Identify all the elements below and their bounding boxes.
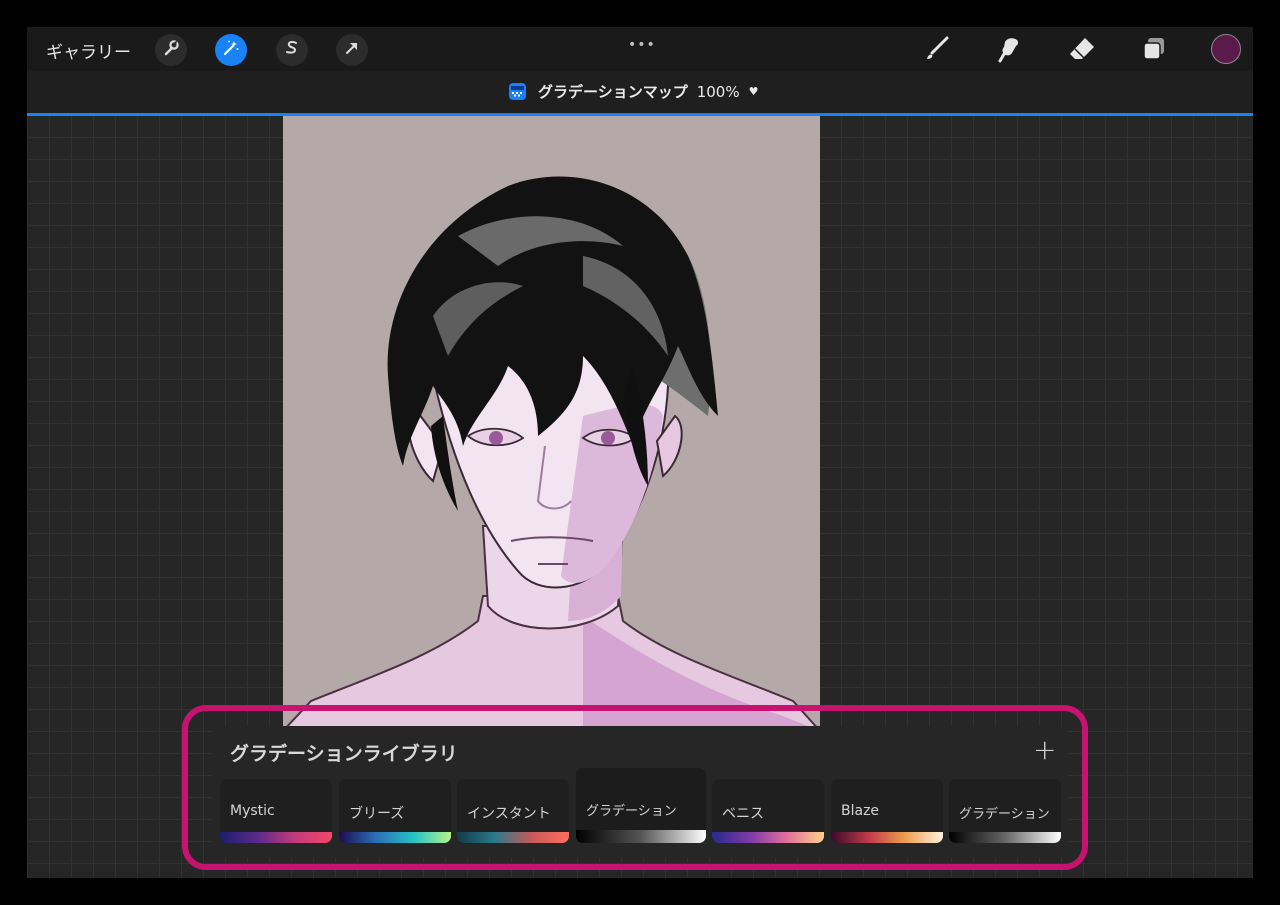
adjustments-button[interactable] — [215, 34, 247, 66]
adjustment-layer-selector[interactable]: グラデーションマップ 100% ♥ — [509, 81, 758, 102]
smudge-icon — [995, 34, 1025, 68]
eraser-tool-button[interactable] — [1065, 34, 1099, 68]
arrow-cursor-icon — [343, 39, 361, 61]
color-picker-button[interactable] — [1211, 34, 1241, 64]
selection-s-icon — [283, 39, 301, 61]
wrench-icon — [162, 39, 180, 61]
brush-icon — [921, 34, 951, 68]
more-options-button[interactable]: ••• — [628, 37, 656, 53]
eraser-icon — [1067, 34, 1097, 68]
adjustment-opacity: 100% — [696, 82, 740, 101]
procreate-screen: ギャラリー ••• グラデーションマップ 100% ♥ グラデーションライブラリ… — [27, 27, 1253, 878]
brush-tool-button[interactable] — [919, 34, 953, 68]
gallery-button[interactable]: ギャラリー — [46, 38, 131, 63]
top-toolbar: ギャラリー ••• — [27, 27, 1253, 71]
selection-button[interactable] — [276, 34, 308, 66]
adjustment-name: グラデーションマップ — [538, 83, 688, 101]
portrait-artwork — [283, 176, 820, 731]
layers-icon — [1139, 34, 1169, 68]
adjustment-bar: グラデーションマップ 100% ♥ — [27, 71, 1253, 116]
actions-button[interactable] — [155, 34, 187, 66]
smudge-tool-button[interactable] — [993, 34, 1027, 68]
magic-wand-icon — [222, 39, 240, 61]
highlight-frame — [182, 705, 1088, 870]
gradient-map-icon — [509, 83, 526, 100]
layers-button[interactable] — [1137, 34, 1171, 68]
artwork-canvas[interactable] — [283, 116, 820, 731]
transform-button[interactable] — [336, 34, 368, 66]
dropdown-caret-icon: ♥ — [748, 85, 759, 98]
